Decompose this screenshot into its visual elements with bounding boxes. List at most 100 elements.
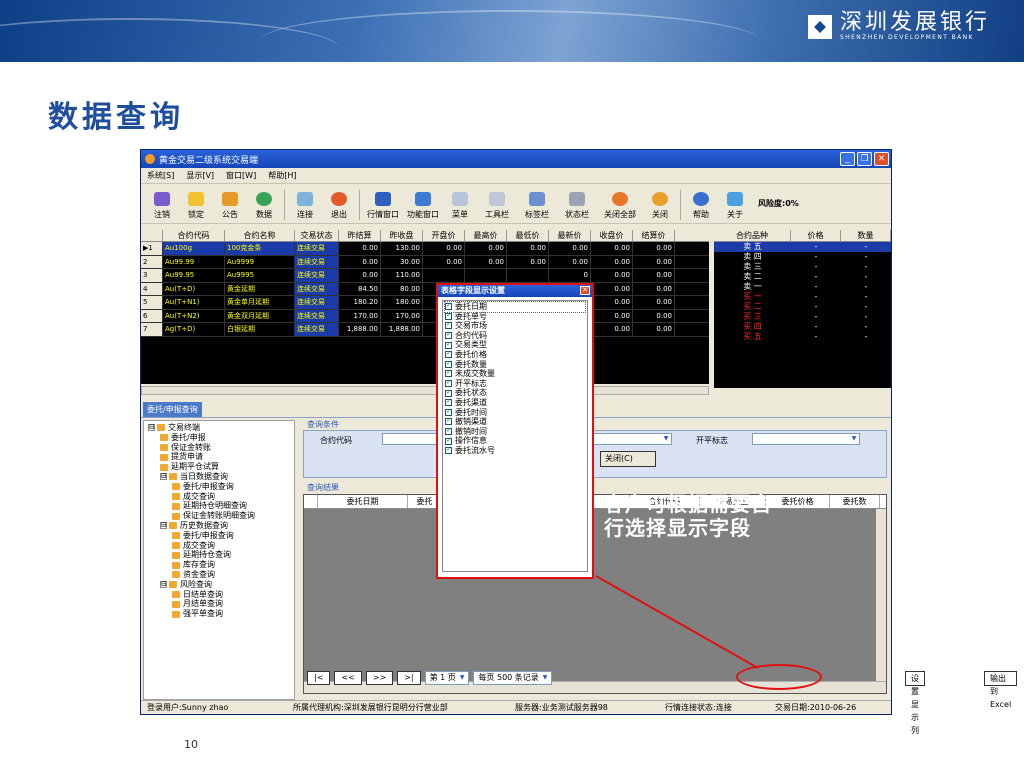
checkbox[interactable] [445, 349, 452, 359]
logout-button[interactable]: 注销 [145, 192, 179, 220]
checkbox[interactable] [445, 359, 452, 368]
menu-view[interactable]: 显示[V] [186, 170, 214, 181]
maximize-button[interactable]: ❐ [857, 152, 872, 166]
set-columns-button[interactable]: 设置显示列 [905, 671, 925, 735]
open-close-select[interactable]: ▼ [752, 433, 860, 445]
tree-node[interactable]: 日结单查询 [148, 590, 290, 600]
tree-node[interactable]: 延期平仓试算 [148, 462, 290, 472]
export-excel-button[interactable]: 输出到Excel [984, 671, 1018, 709]
quote-window-button[interactable]: 行情窗口 [363, 192, 403, 220]
field-checkbox-row[interactable]: 委托时间 [445, 407, 585, 418]
function-window-button[interactable]: 功能窗口 [403, 192, 443, 220]
tree-node[interactable]: 延期持仓查询 [148, 550, 290, 560]
statusbar-toggle-button[interactable]: 状态栏 [557, 192, 597, 220]
prev-page-button[interactable]: << [334, 671, 362, 685]
data-button[interactable]: 数据 [247, 192, 281, 220]
collapse-icon[interactable]: ⊟ [160, 581, 167, 589]
tab-order-query[interactable]: 委托/申报查询 [143, 402, 202, 417]
field-checkbox-row[interactable]: 委托单号 [445, 311, 585, 322]
field-checkbox-row[interactable]: 撤销渠道 [445, 416, 585, 427]
tree-node[interactable]: 委托/申报查询 [148, 531, 290, 541]
page-select[interactable]: 第 1 页 ▼ [424, 671, 470, 685]
tree-node[interactable]: ⊟ 交易终端 [148, 423, 290, 433]
field-checkbox-row[interactable]: 交易市场 [445, 320, 585, 331]
quote-scrollbar[interactable] [141, 386, 709, 395]
quote-row[interactable]: 2 Au99.99 Au9999 连续交易 0.00 30.00 0.00 0.00 0.00 0… [141, 255, 709, 269]
checkbox[interactable] [445, 397, 452, 407]
checkbox[interactable] [445, 436, 452, 445]
tree-node[interactable]: 保证金转账明细查询 [148, 511, 290, 521]
field-checkbox-row[interactable]: 合约代码 [445, 330, 585, 341]
menu-window[interactable]: 窗口[W] [226, 170, 256, 181]
checkbox[interactable] [445, 368, 452, 378]
tree-node[interactable]: ⊟ 当日数据查询 [148, 472, 290, 482]
field-checkbox-row[interactable]: 委托流水号 [445, 445, 585, 456]
toolbar-toggle-button[interactable]: 工具栏 [477, 192, 517, 220]
first-page-button[interactable]: |< [307, 671, 331, 685]
checkbox[interactable] [445, 301, 452, 311]
quote-row[interactable]: 6Au(T+N2)黄金双月延期连续交易170.00170.0000.000.00 [141, 309, 709, 323]
tree-node[interactable]: ⊟ 历史数据查询 [148, 521, 290, 531]
checkbox[interactable] [445, 340, 452, 349]
collapse-icon[interactable]: ⊟ [160, 473, 167, 481]
dialog-close-icon[interactable]: ✕ [580, 286, 590, 295]
checkbox[interactable] [445, 320, 452, 330]
checkbox[interactable] [445, 388, 452, 397]
quote-row[interactable]: 7Ag(T+D)白银延期连续交易1,888.001,888.0000.000.0… [141, 323, 709, 337]
menu-system[interactable]: 系统[S] [147, 170, 174, 181]
tree-node[interactable]: 资金查询 [148, 570, 290, 580]
menu-toggle-button[interactable]: 菜单 [443, 192, 477, 220]
field-checkbox-row[interactable]: 交易类型 [445, 340, 585, 350]
collapse-icon[interactable]: ⊟ [160, 522, 167, 530]
field-checkbox-row[interactable]: 委托日期 [444, 301, 586, 313]
results-vscroll[interactable] [876, 509, 886, 681]
tree-node[interactable]: 月结单查询 [148, 599, 290, 609]
field-checkbox-row[interactable]: 未成交数量 [445, 368, 585, 379]
field-checkbox-row[interactable]: 委托渠道 [445, 397, 585, 408]
connect-button[interactable]: 连接 [288, 192, 322, 220]
quote-row[interactable]: 5Au(T+N1)黄金单月延期连续交易180.20180.0000.000.00 [141, 296, 709, 310]
quote-row[interactable]: 4Au(T+D)黄金延期连续交易84.5080.0000.000.00 [141, 282, 709, 296]
tree-node[interactable]: 委托/申报 [148, 433, 290, 443]
quote-row[interactable]: ▶1 Au100g 100克金条 连续交易 0.00 130.00 0.00 0.00 0.00… [141, 242, 709, 256]
exit-button[interactable]: 退出 [322, 192, 356, 220]
page-size-select[interactable]: 每页 500 条记录 ▼ [473, 671, 553, 685]
notice-button[interactable]: 公告 [213, 192, 247, 220]
quote-row[interactable]: 3 Au99.95 Au9995 连续交易 0.00 110.00 0 0.00 0.00 [141, 269, 709, 283]
lock-button[interactable]: 锁定 [179, 192, 213, 220]
last-page-button[interactable]: >| [397, 671, 421, 685]
field-checkbox-row[interactable]: 委托状态 [445, 388, 585, 398]
collapse-icon[interactable]: ⊟ [148, 424, 155, 432]
minimize-button[interactable]: _ [840, 152, 855, 166]
tabbar-toggle-button[interactable]: 标签栏 [517, 192, 557, 220]
about-button[interactable]: 关于 [718, 192, 752, 220]
tree-node[interactable]: 提货申请 [148, 452, 290, 462]
checkbox[interactable] [445, 330, 452, 340]
field-checkbox-row[interactable]: 操作信息 [445, 436, 585, 446]
checkbox[interactable] [445, 311, 452, 320]
next-page-button[interactable]: >> [365, 671, 394, 685]
checkbox[interactable] [445, 378, 452, 388]
tree-node[interactable]: ⊟ 风险查询 [148, 580, 290, 590]
close-button[interactable]: ✕ [874, 152, 889, 166]
checkbox[interactable] [445, 407, 452, 416]
tree-node[interactable]: 保证金转账 [148, 443, 290, 453]
tree-node[interactable]: 成交查询 [148, 541, 290, 551]
close-query-button[interactable]: 关闭(C) [600, 451, 656, 467]
checkbox[interactable] [445, 416, 452, 426]
checkbox[interactable] [445, 445, 452, 455]
field-checkbox-row[interactable]: 撤销时间 [445, 426, 585, 437]
checkbox[interactable] [445, 426, 452, 436]
tree-node[interactable]: 委托/申报查询 [148, 482, 290, 492]
field-checkbox-row[interactable]: 委托价格 [445, 349, 585, 360]
menu-help[interactable]: 帮助[H] [268, 170, 296, 181]
tree-node[interactable]: 延期持仓明细查询 [148, 501, 290, 511]
help-button[interactable]: 帮助 [684, 192, 718, 220]
tree-node[interactable]: 强平单查询 [148, 609, 290, 619]
tree-node[interactable]: 库存查询 [148, 560, 290, 570]
tree-node[interactable]: 成交查询 [148, 492, 290, 502]
close-all-button[interactable]: 关闭全部 [597, 192, 643, 220]
field-checkbox-row[interactable]: 开平标志 [445, 378, 585, 389]
field-checkbox-row[interactable]: 委托数量 [445, 359, 585, 370]
close-tab-button[interactable]: 关闭 [643, 192, 677, 220]
